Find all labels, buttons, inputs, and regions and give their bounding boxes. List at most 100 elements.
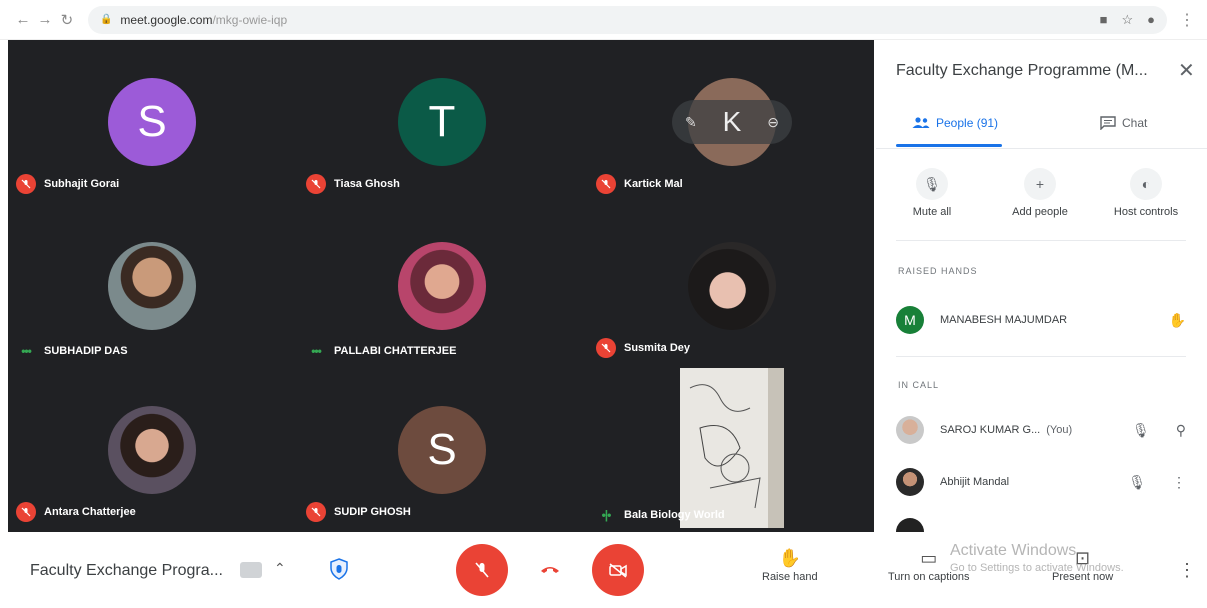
add-person-icon: + <box>1024 168 1056 200</box>
mic-off-icon: 🎙︎ <box>1128 473 1146 490</box>
you-label: (You) <box>1046 424 1073 436</box>
host-controls-button[interactable]: ◐ Host controls <box>1096 168 1196 218</box>
mic-off-icon <box>16 502 36 522</box>
close-icon[interactable]: ✕ <box>1178 58 1195 83</box>
participant-name: Susmita Dey <box>624 342 691 354</box>
participant-name: Bala Biology World <box>624 509 725 521</box>
url-path: /mkg-owie-iqp <box>212 12 288 27</box>
avatar: T <box>398 78 486 166</box>
mic-off-icon <box>596 338 616 358</box>
participant-tile[interactable]: S SUDIP GHOSH <box>298 368 586 532</box>
participant-name: Subhajit Gorai <box>44 178 120 190</box>
camera-toggle-button[interactable] <box>592 544 644 596</box>
address-bar[interactable]: 🔒 meet.google.com/mkg-owie-iqp ■ ☆ ● <box>87 5 1168 34</box>
camera-off-icon <box>609 563 627 578</box>
participant-grid: S Subhajit Gorai T Tiasa Ghosh ✎ K ⊖ Kar… <box>8 40 874 532</box>
hand-icon: ✋ <box>778 548 802 568</box>
remove-icon[interactable]: ⊖ <box>767 114 779 131</box>
participant-tile[interactable]: •|• Bala Biology World <box>588 368 876 532</box>
tile-hover-controls[interactable]: ✎ K ⊖ <box>672 100 792 144</box>
participant-name: Antara Chatterjee <box>44 506 136 518</box>
avatar: S <box>398 406 486 494</box>
list-item[interactable]: Abhijit Mandal 🎙︎ ⋮ <box>896 462 1186 502</box>
mute-all-label: Mute all <box>912 206 952 218</box>
host-controls-label: Host controls <box>1113 206 1179 218</box>
forward-icon[interactable]: → <box>34 11 56 28</box>
participant-tile[interactable]: Antara Chatterjee <box>8 368 296 532</box>
profile-photo <box>688 242 776 330</box>
pin-icon[interactable]: ⚲ <box>1176 422 1186 439</box>
avatar-initial: K <box>722 106 742 137</box>
camera-permission-icon[interactable]: ■ <box>1100 12 1108 27</box>
back-icon[interactable]: ← <box>12 11 34 28</box>
list-item[interactable]: M MANABESH MAJUMDAR ✋ <box>896 300 1186 340</box>
mic-toggle-button[interactable] <box>456 544 508 596</box>
divider <box>896 356 1186 357</box>
mic-off-icon: 🎙︎ <box>1131 421 1150 438</box>
chevron-up-icon[interactable]: ⌃ <box>274 560 286 577</box>
participant-name: PALLABI CHATTERJEE <box>334 345 457 357</box>
participant-name: SUBHADIP DAS <box>44 345 128 357</box>
person-name: Abhijit Mandal <box>940 476 1010 488</box>
mic-off-icon: 🎙︎ <box>916 168 948 200</box>
browser-toolbar: ← → ↻ 🔒 meet.google.com/mkg-owie-iqp ■ ☆… <box>0 0 1207 40</box>
add-people-button[interactable]: + Add people <box>990 168 1090 218</box>
profile-photo <box>398 242 486 330</box>
add-people-label: Add people <box>1012 206 1068 218</box>
meeting-name[interactable]: Faculty Exchange Progra... <box>30 562 223 580</box>
participant-tile[interactable]: Susmita Dey <box>588 204 876 368</box>
shield-icon[interactable] <box>330 558 350 582</box>
person-name: SAROJ KUMAR G... <box>940 424 1041 436</box>
avatar <box>896 468 924 496</box>
side-panel: Faculty Exchange Programme (M... ✕ Peopl… <box>876 40 1207 532</box>
participant-tile[interactable]: ✎ K ⊖ Kartick Mal <box>588 40 876 204</box>
mic-off-icon <box>596 174 616 194</box>
raise-hand-button[interactable]: ✋ Raise hand <box>762 548 818 583</box>
mute-all-button[interactable]: 🎙︎ Mute all <box>882 168 982 218</box>
avatar: S <box>108 78 196 166</box>
browser-menu-icon[interactable]: ⋮ <box>1179 10 1195 30</box>
reload-icon[interactable]: ↻ <box>56 11 78 29</box>
watermark-subtitle: Go to Settings to activate Windows. <box>950 562 1124 574</box>
more-options-icon[interactable]: ⋮ <box>1172 474 1186 491</box>
leave-call-button[interactable] <box>524 544 576 596</box>
tab-divider <box>876 148 1207 149</box>
mic-off-icon <box>16 174 36 194</box>
people-icon <box>912 117 930 128</box>
speaking-indicator-icon: ••• <box>21 344 32 358</box>
in-call-heading: IN CALL <box>898 380 940 390</box>
raise-hand-label: Raise hand <box>762 571 818 583</box>
mic-off-icon <box>475 562 489 578</box>
person-name: MANABESH MAJUMDAR <box>940 314 1068 326</box>
list-item[interactable] <box>896 514 1186 532</box>
activate-windows-watermark: Activate Windows Go to Settings to activ… <box>950 542 1124 574</box>
profile-icon[interactable]: ● <box>1147 12 1155 27</box>
list-item[interactable]: SAROJ KUMAR G... (You) 🎙︎ ⚲ <box>896 410 1186 450</box>
speaking-indicator-icon: ••• <box>311 344 322 358</box>
avatar <box>896 518 924 532</box>
participant-tile[interactable]: S Subhajit Gorai <box>8 40 296 204</box>
profile-photo <box>108 242 196 330</box>
divider <box>896 240 1186 241</box>
meeting-toolbar: Faculty Exchange Progra... ⌃ ✋ Raise han… <box>0 532 1207 608</box>
panel-title: Faculty Exchange Programme (M... <box>896 62 1148 79</box>
toggle-icon: ◐ <box>1130 168 1162 200</box>
mic-off-icon <box>306 502 326 522</box>
watermark-title: Activate Windows <box>950 542 1077 559</box>
hand-icon[interactable]: ✋ <box>1169 312 1186 329</box>
meeting-info-icon[interactable] <box>240 562 262 578</box>
participant-tile[interactable]: ••• PALLABI CHATTERJEE <box>298 204 586 368</box>
participant-name: Kartick Mal <box>624 178 683 190</box>
participant-name: Tiasa Ghosh <box>334 178 400 190</box>
participant-tile[interactable]: ••• SUBHADIP DAS <box>8 204 296 368</box>
bookmark-star-icon[interactable]: ☆ <box>1122 12 1134 28</box>
tab-people[interactable]: People (91) <box>912 116 998 130</box>
audio-indicator-icon: •|• <box>601 508 612 522</box>
participant-tile[interactable]: T Tiasa Ghosh <box>298 40 586 204</box>
avatar: M <box>896 306 924 334</box>
more-options-icon[interactable]: ⋮ <box>1178 560 1196 581</box>
profile-photo <box>108 406 196 494</box>
video-feed <box>680 368 784 528</box>
tab-chat[interactable]: Chat <box>1100 116 1147 130</box>
pin-icon[interactable]: ✎ <box>685 114 697 131</box>
